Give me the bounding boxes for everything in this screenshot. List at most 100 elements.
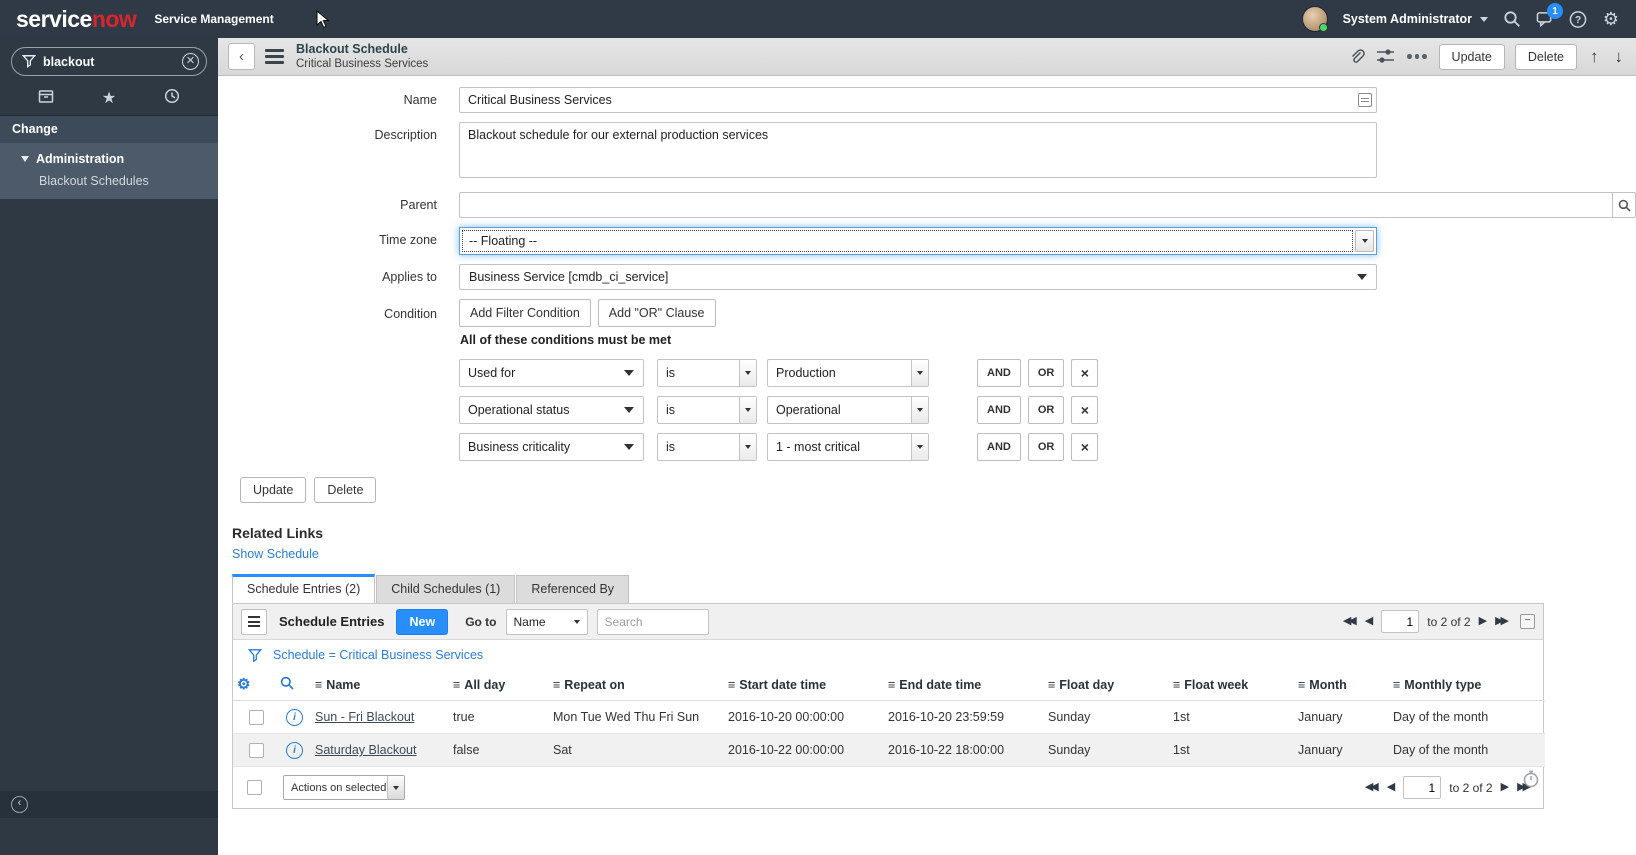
- or-button[interactable]: OR: [1027, 396, 1065, 424]
- description-field[interactable]: Blackout schedule for our external produ…: [459, 122, 1377, 178]
- page-number-input[interactable]: [1381, 610, 1420, 633]
- connect-chat-icon[interactable]: 1: [1536, 3, 1563, 28]
- column-header-end[interactable]: ≡ End date time: [884, 670, 1044, 701]
- show-schedule-link[interactable]: Show Schedule: [232, 547, 319, 561]
- next-page-icon[interactable]: ▶: [1501, 782, 1509, 793]
- settings-gear-icon[interactable]: ⚙: [1602, 10, 1620, 28]
- record-link[interactable]: Saturday Blackout: [315, 743, 416, 757]
- page-number-input[interactable]: [1403, 776, 1442, 799]
- reference-lookup-icon[interactable]: [1612, 192, 1636, 218]
- condition-operator-select[interactable]: is: [657, 396, 757, 424]
- dropdown-segment-icon[interactable]: [739, 397, 756, 423]
- form-context-menu-icon[interactable]: [265, 49, 284, 64]
- select-all-checkbox[interactable]: [247, 780, 262, 795]
- servicenow-logo[interactable]: servicenow: [16, 7, 137, 31]
- clear-filter-icon[interactable]: ✕: [182, 53, 199, 70]
- column-header-all-day[interactable]: ≡ All day: [449, 670, 549, 701]
- next-record-icon[interactable]: ↓: [1612, 47, 1627, 67]
- list-search-input[interactable]: [596, 608, 709, 635]
- remove-condition-button[interactable]: ×: [1071, 396, 1099, 424]
- previous-page-icon[interactable]: ◀: [1387, 782, 1395, 793]
- tab-schedule-entries[interactable]: Schedule Entries (2): [232, 574, 376, 603]
- dropdown-segment-icon[interactable]: [911, 397, 928, 423]
- delete-button[interactable]: Delete: [314, 477, 377, 503]
- tab-child-schedules[interactable]: Child Schedules (1): [376, 575, 516, 603]
- remove-condition-button[interactable]: ×: [1071, 433, 1099, 461]
- first-page-icon[interactable]: ◀◀: [1365, 782, 1379, 793]
- and-button[interactable]: AND: [977, 396, 1021, 424]
- previous-record-icon[interactable]: ↑: [1587, 47, 1602, 67]
- row-info-icon[interactable]: i: [286, 708, 303, 726]
- minimize-list-icon[interactable]: −: [1520, 614, 1535, 629]
- update-button[interactable]: Update: [240, 477, 307, 503]
- column-header-float-week[interactable]: ≡ Float week: [1169, 670, 1294, 701]
- last-page-icon[interactable]: ▶▶: [1495, 616, 1509, 627]
- personalize-list-icon[interactable]: ⚙: [237, 677, 250, 692]
- nav-filter-input[interactable]: [11, 47, 207, 76]
- condition-value-select[interactable]: 1 - most critical: [767, 433, 929, 461]
- row-checkbox[interactable]: [249, 742, 264, 758]
- add-or-clause-button[interactable]: Add "OR" Clause: [597, 299, 716, 327]
- global-search-icon[interactable]: [1503, 10, 1521, 28]
- back-button[interactable]: ‹: [228, 43, 255, 70]
- expand-text-icon[interactable]: [1358, 93, 1372, 107]
- condition-value-select[interactable]: Operational: [767, 396, 929, 424]
- new-record-button[interactable]: New: [396, 608, 449, 635]
- name-field[interactable]: [459, 87, 1377, 113]
- dropdown-segment-icon[interactable]: [911, 434, 928, 460]
- first-page-icon[interactable]: ◀◀: [1343, 616, 1357, 627]
- list-context-menu-icon[interactable]: [241, 608, 267, 635]
- next-page-icon[interactable]: ▶: [1479, 616, 1487, 627]
- attachment-paperclip-icon[interactable]: [1349, 48, 1366, 65]
- history-icon[interactable]: [164, 88, 180, 109]
- condition-operator-select[interactable]: is: [657, 359, 757, 387]
- applies-to-select[interactable]: Business Service [cmdb_ci_service]: [459, 264, 1377, 290]
- actions-on-selected-rows-select[interactable]: Actions on selected rows...: [283, 775, 405, 800]
- column-header-monthly-type[interactable]: ≡ Monthly type: [1389, 670, 1545, 701]
- favorites-icon[interactable]: ★: [102, 90, 116, 107]
- record-link[interactable]: Sun - Fri Blackout: [315, 710, 414, 724]
- row-info-icon[interactable]: i: [286, 741, 303, 759]
- dropdown-segment-icon[interactable]: [911, 360, 928, 386]
- row-checkbox[interactable]: [249, 709, 264, 725]
- condition-field-select[interactable]: Operational status: [459, 396, 644, 424]
- or-button[interactable]: OR: [1027, 433, 1065, 461]
- header-update-button[interactable]: Update: [1438, 43, 1505, 70]
- timezone-dropdown-icon[interactable]: [1355, 230, 1374, 252]
- parent-field[interactable]: [459, 192, 1612, 218]
- and-button[interactable]: AND: [977, 433, 1021, 461]
- previous-page-icon[interactable]: ◀: [1365, 616, 1373, 627]
- column-header-float-day[interactable]: ≡ Float day: [1044, 670, 1169, 701]
- tab-referenced-by[interactable]: Referenced By: [516, 575, 630, 603]
- and-button[interactable]: AND: [977, 359, 1021, 387]
- condition-operator-select[interactable]: is: [657, 433, 757, 461]
- breadcrumb-condition-link[interactable]: Schedule = Critical Business Services: [273, 648, 483, 662]
- column-header-repeat-on[interactable]: ≡ Repeat on: [549, 670, 724, 701]
- condition-field-select[interactable]: Business criticality: [459, 433, 644, 461]
- collapse-sidebar-icon[interactable]: ‹: [11, 796, 28, 813]
- condition-value-select[interactable]: Production: [767, 359, 929, 387]
- column-header-month[interactable]: ≡ Month: [1294, 670, 1389, 701]
- remove-condition-button[interactable]: ×: [1071, 359, 1099, 387]
- column-header-name[interactable]: ≡ Name: [311, 670, 449, 701]
- breadcrumb-funnel-icon[interactable]: [248, 648, 262, 663]
- sidebar-item-blackout-schedules[interactable]: Blackout Schedules: [0, 170, 218, 192]
- user-menu[interactable]: System Administrator: [1343, 12, 1488, 26]
- more-options-icon[interactable]: [1405, 54, 1429, 59]
- all-applications-icon[interactable]: [38, 89, 54, 109]
- goto-field-select[interactable]: Name: [505, 608, 588, 635]
- or-button[interactable]: OR: [1027, 359, 1065, 387]
- condition-field-select[interactable]: Used for: [459, 359, 644, 387]
- nav-group-toggle[interactable]: Administration: [0, 148, 218, 170]
- help-icon[interactable]: ?: [1569, 10, 1587, 28]
- dropdown-segment-icon[interactable]: [387, 776, 404, 799]
- response-time-icon[interactable]: [1522, 770, 1540, 793]
- column-search-icon[interactable]: [280, 676, 294, 690]
- dropdown-segment-icon[interactable]: [739, 360, 756, 386]
- user-avatar[interactable]: [1301, 6, 1328, 32]
- dropdown-segment-icon[interactable]: [739, 434, 756, 460]
- personalize-form-icon[interactable]: [1376, 48, 1395, 65]
- add-filter-condition-button[interactable]: Add Filter Condition: [459, 299, 591, 327]
- header-delete-button[interactable]: Delete: [1514, 43, 1577, 70]
- timezone-select[interactable]: -- Floating --: [459, 227, 1377, 255]
